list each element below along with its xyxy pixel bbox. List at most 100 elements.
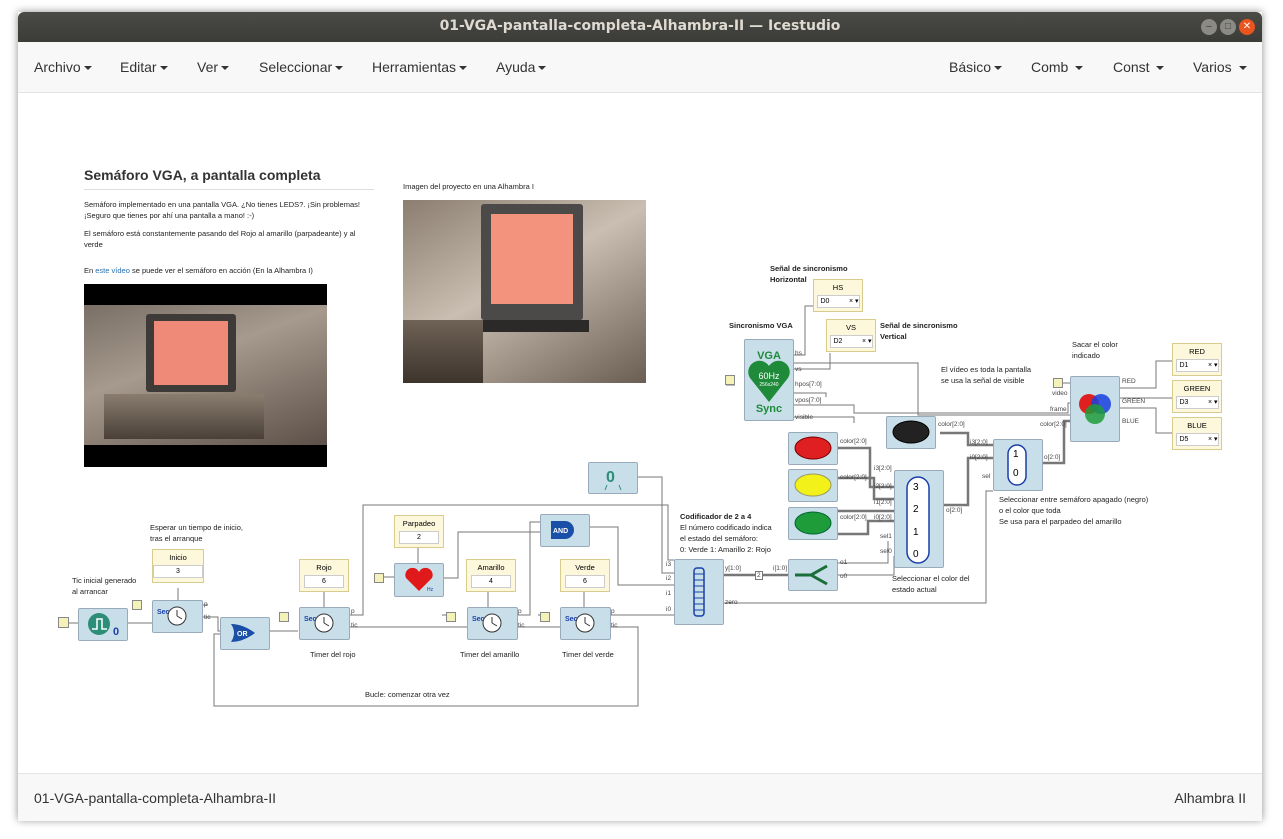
tic-note: Tic inicial generado al arrancar (72, 576, 137, 596)
pin-label: BLUE (1122, 418, 1139, 425)
pin-select[interactable]: D0 × ▾ (816, 295, 860, 308)
pin-label: vs (795, 366, 802, 373)
input-port[interactable] (725, 375, 735, 385)
pin-select[interactable]: D1 × ▾ (1175, 359, 1219, 372)
input-port[interactable] (540, 612, 550, 622)
input-port[interactable] (58, 617, 69, 628)
menu-comb[interactable]: Comb (1031, 59, 1084, 75)
color-red-block[interactable] (788, 432, 838, 465)
chevron-down-icon (1156, 66, 1165, 71)
and-gate-icon: AND (551, 521, 574, 539)
board-name[interactable]: Alhambra II (1174, 790, 1246, 806)
menu-seleccionar[interactable]: Seleccionar (259, 59, 344, 75)
const-verde[interactable]: Verde 6 (560, 559, 610, 592)
color-black-block[interactable] (886, 416, 936, 449)
vga-sync-block[interactable]: VGA 60Hz 256x240 Sync (744, 339, 794, 421)
design-canvas[interactable]: Semáforo VGA, a pantalla completa Semáfo… (18, 93, 1262, 773)
mux-input-label: 0 (913, 549, 919, 560)
mux-icon (906, 476, 930, 564)
and-gate-block[interactable]: AND (540, 514, 590, 547)
output-blue[interactable]: BLUE D5 × ▾ (1172, 417, 1222, 450)
tic-generator-block[interactable]: 0 (78, 608, 128, 641)
input-port[interactable] (1053, 378, 1063, 388)
timer-inicio[interactable]: Sec (152, 600, 203, 633)
output-green[interactable]: GREEN D3 × ▾ (1172, 380, 1222, 413)
maximize-icon[interactable]: □ (1220, 19, 1236, 35)
minimize-icon[interactable]: – (1201, 19, 1217, 35)
pin-label: tic (204, 614, 211, 621)
pin-label: i1[2:0] (874, 499, 892, 506)
const-parpadeo[interactable]: Parpadeo 2 (394, 515, 444, 548)
pulse-icon: 0 (88, 613, 119, 638)
pin-label: i0[2:0] (970, 454, 988, 461)
mux4-block[interactable]: 3 2 1 0 (894, 470, 944, 568)
pin-label: video (1052, 390, 1068, 397)
menu-varios[interactable]: Varios (1193, 59, 1247, 75)
chevron-down-icon (538, 66, 547, 71)
encoder-note: Codificador de 2 a 4 El número codificado… (680, 512, 772, 554)
splitter-block[interactable] (788, 559, 838, 591)
pin-label: color[2:0] (840, 438, 867, 445)
video-thumbnail[interactable] (84, 284, 327, 467)
chevron-down-icon (994, 66, 1003, 71)
timer-amarillo[interactable]: Sec (467, 607, 518, 640)
pin-label: p (351, 608, 355, 615)
loop-note: Bucle: comenzar otra vez (365, 690, 450, 699)
svg-text:Hz: Hz (427, 587, 434, 593)
color-yellow-block[interactable] (788, 469, 838, 502)
mux-input-label: 2 (913, 504, 919, 515)
color-green-block[interactable] (788, 507, 838, 540)
pin-label: i[1:0] (773, 565, 788, 572)
output-red[interactable]: RED D1 × ▾ (1172, 343, 1222, 376)
notes-paragraph: El semáforo está constantemente pasando … (84, 229, 356, 249)
timer-rojo[interactable]: Sec (299, 607, 350, 640)
const-inicio[interactable]: Inicio 3 (152, 549, 204, 583)
pin-label: p (611, 608, 615, 615)
heart-hz-block[interactable]: Hz (394, 563, 444, 597)
pin-label: i3[2:0] (970, 439, 988, 446)
menu-herramientas[interactable]: Herramientas (372, 59, 468, 75)
pin-label: color[2:0] (840, 514, 867, 521)
menu-editar[interactable]: Editar (120, 59, 168, 75)
output-hs[interactable]: HS D0 × ▾ (813, 279, 863, 312)
pin-select[interactable]: D2 × ▾ (829, 335, 873, 348)
pin-label: i3 (666, 561, 672, 568)
red-led-icon (794, 436, 832, 460)
pin-label: p (518, 608, 522, 615)
vga-sync-label: Sync (755, 403, 783, 415)
video-note: El vídeo es toda la pantalla se usa la se… (941, 365, 1032, 385)
input-port[interactable] (374, 573, 384, 583)
menu-ayuda[interactable]: Ayuda (496, 59, 547, 75)
const-amarillo[interactable]: Amarillo 4 (466, 559, 516, 592)
or-gate-icon: OR (231, 624, 255, 642)
pin-label: hs (795, 350, 802, 357)
output-vs[interactable]: VS D2 × ▾ (826, 319, 876, 352)
const-rojo[interactable]: Rojo 6 (299, 559, 349, 592)
pin-select[interactable]: D5 × ▾ (1175, 433, 1219, 446)
application-window: 01-VGA-pantalla-completa-Alhambra-II — I… (18, 12, 1262, 821)
or-gate-block[interactable]: OR (220, 617, 270, 650)
const-zero-block[interactable]: 0 (588, 462, 638, 494)
timer-icon: Sec (472, 613, 502, 633)
pin-select[interactable]: D3 × ▾ (1175, 396, 1219, 409)
menu-archivo[interactable]: Archivo (34, 59, 92, 75)
pin-label: color[2:0] (1040, 421, 1067, 428)
input-port[interactable] (279, 612, 289, 622)
encoder-block[interactable] (674, 559, 724, 625)
mux2-block[interactable]: 1 0 (993, 439, 1043, 491)
input-port[interactable] (446, 612, 456, 622)
pin-label: tic (611, 622, 618, 629)
timer-verde[interactable]: Sec (560, 607, 611, 640)
zero-icon: 0 (604, 469, 622, 491)
pin-label: RED (1122, 378, 1136, 385)
menu-basico[interactable]: Básico (949, 59, 1003, 75)
pin-label: tic (518, 622, 525, 629)
video-link[interactable]: este vídeo (95, 266, 130, 275)
close-icon[interactable]: ✕ (1239, 19, 1255, 35)
menu-const[interactable]: Const (1113, 59, 1165, 75)
black-led-icon (892, 420, 930, 444)
input-port[interactable] (132, 600, 142, 610)
pin-label: o[2:0] (1044, 454, 1061, 461)
rgb-mixer-block[interactable] (1070, 376, 1120, 442)
menu-ver[interactable]: Ver (197, 59, 230, 75)
